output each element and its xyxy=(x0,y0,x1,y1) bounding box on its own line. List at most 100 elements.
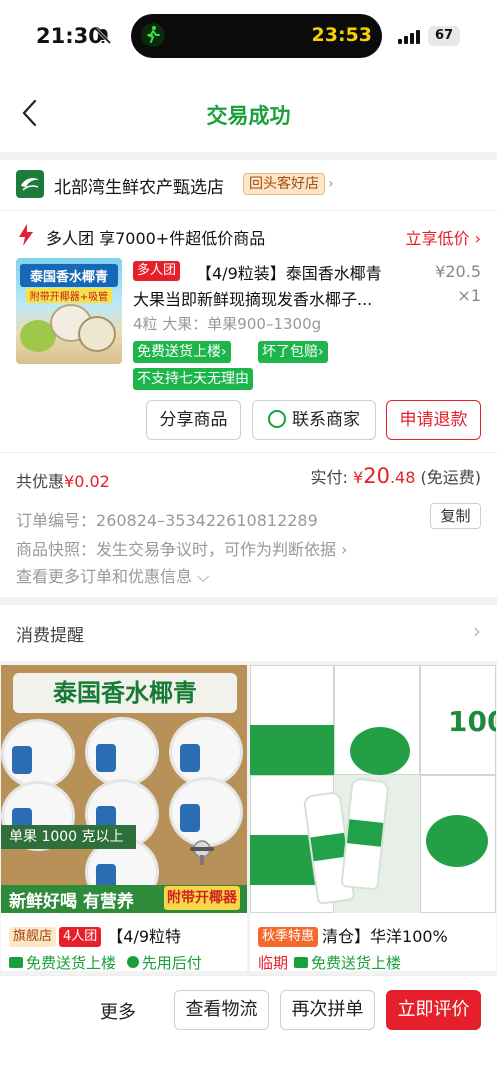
shop-name[interactable]: 北部湾生鲜农产甄选店 xyxy=(54,173,224,198)
juice-percent-label: 100% xyxy=(448,705,496,738)
order-number: 260824–353422610812289 xyxy=(96,511,318,530)
coconut-print-graphic xyxy=(350,727,410,775)
recommendation-image-opener: 附带开椰器 xyxy=(164,886,240,910)
paid-label: 实付: xyxy=(310,468,348,487)
repeat-customer-badge: 回头客好店 xyxy=(243,173,325,195)
discount-value: ¥0.02 xyxy=(64,472,110,491)
paid-amount-decimal: .48 xyxy=(389,468,416,487)
battery-icon: 67 xyxy=(428,26,460,46)
recommendation-grid: 泰国香水椰青 单果 1000 克以上 新鲜好喝 有营养 附带开椰器 旗舰店 4人团… xyxy=(0,661,497,975)
chevron-down-icon: ⌵ xyxy=(197,567,210,586)
recommendation-card[interactable]: 泰国香水椰青 单果 1000 克以上 新鲜好喝 有营养 附带开椰器 旗舰店 4人团… xyxy=(1,665,247,971)
recommendation-image[interactable]: 100% xyxy=(250,665,496,913)
recommendation-title-row: 旗舰店 4人团 【4/9粒特 xyxy=(9,923,181,947)
no-return-tag: 不支持七天无理由 xyxy=(133,368,253,390)
discount-label: 共优惠 xyxy=(16,472,65,491)
amount-paid: 实付: ¥20.48 (免运费) xyxy=(311,464,481,488)
perk-label: 免费送货上楼 xyxy=(311,954,402,971)
service-tag[interactable]: 坏了包赔› xyxy=(258,341,328,363)
coconut-opener-icon xyxy=(190,840,214,865)
fitness-activity-icon xyxy=(141,23,165,47)
contact-merchant-button[interactable]: 联系商家 xyxy=(252,400,376,440)
cellular-signal-icon xyxy=(398,30,420,44)
page-title: 交易成功 xyxy=(206,104,291,128)
divider xyxy=(0,210,497,211)
juice-bottle-graphic xyxy=(340,777,390,891)
enjoy-low-price-link[interactable]: 立享低价 › xyxy=(406,225,482,249)
service-tag[interactable]: 免费送货上楼› xyxy=(133,341,231,363)
lightning-icon xyxy=(19,224,33,246)
snapshot-label: 商品快照： xyxy=(16,540,97,559)
nav-bar: 交易成功 xyxy=(0,72,497,152)
pay-later-icon xyxy=(126,956,139,968)
divider xyxy=(0,452,497,453)
product-spec: 4粒 大果：单果900–1300g xyxy=(133,315,322,333)
paid-currency: ¥ xyxy=(353,468,364,487)
recommendation-perks: 免费送货上楼 先用后付 xyxy=(9,952,202,971)
contact-merchant-label: 联系商家 xyxy=(292,410,360,430)
chat-bubble-icon xyxy=(268,410,286,428)
snapshot-row[interactable]: 商品快照：发生交易争议时，可作为判断依据 › xyxy=(16,536,348,560)
bottle-band xyxy=(310,832,348,862)
product-image-subtitle: 附带开椰器+吸管 xyxy=(26,288,112,303)
coconut-graphic xyxy=(85,717,159,787)
product-image[interactable]: 泰国香水椰青 附带开椰器+吸管 xyxy=(16,258,122,364)
bottle-band xyxy=(346,819,384,847)
more-order-info-label: 查看更多订单和优惠信息 xyxy=(16,567,193,586)
recommendation-title-row: 秋季特惠 清仓】华洋100% xyxy=(258,923,448,947)
bottom-action-bar: 更多 查看物流 再次拼单 立即评价 xyxy=(0,975,497,1080)
request-refund-button[interactable]: 申请退款 xyxy=(386,400,481,440)
shop-row[interactable]: 北部湾生鲜农产甄选店 回头客好店 › xyxy=(0,160,497,210)
coconut-label xyxy=(12,746,32,774)
enjoy-low-price-label: 立享低价 xyxy=(405,229,470,248)
product-price: ¥20.5 xyxy=(435,262,481,281)
autumn-sale-badge: 秋季特惠 xyxy=(258,927,319,947)
perk-label: 先用后付 xyxy=(141,954,202,971)
paid-amount-integer: 20 xyxy=(363,464,390,488)
copy-order-number-button[interactable]: 复制 xyxy=(430,503,481,529)
reminder-title: 消费提醒 xyxy=(16,626,84,646)
chevron-right-icon: › xyxy=(341,540,348,559)
share-product-button[interactable]: 分享商品 xyxy=(146,400,241,440)
product-title-line1[interactable]: 【4/9粒装】泰国香水椰青 xyxy=(196,260,430,284)
coconut-label xyxy=(96,744,116,772)
group-size-badge: 4人团 xyxy=(59,927,102,947)
recommendation-title: 【4/9粒特 xyxy=(107,927,182,946)
order-number-row: 订单编号：260824–353422610812289 xyxy=(16,507,318,531)
coconut-print-graphic xyxy=(426,815,488,867)
review-now-button[interactable]: 立即评价 xyxy=(386,990,481,1030)
recommendation-image[interactable]: 泰国香水椰青 单果 1000 克以上 新鲜好喝 有营养 附带开椰器 xyxy=(1,665,247,913)
shop-logo[interactable] xyxy=(16,170,44,198)
total-discount: 共优惠¥0.02 xyxy=(16,468,110,492)
chevron-right-icon: › xyxy=(473,619,481,643)
status-time: 21:30 xyxy=(36,24,103,48)
more-order-info-link[interactable]: 查看更多订单和优惠信息 ⌵ xyxy=(16,563,209,587)
view-logistics-button[interactable]: 查看物流 xyxy=(174,990,269,1030)
near-expiry-label: 临期 xyxy=(258,954,289,971)
product-title-line2[interactable]: 大果当即新鲜现摘现发香水椰子... xyxy=(133,286,429,310)
group-promo-row[interactable]: 多人团 享7000+件超低价商品 立享低价 › xyxy=(0,218,497,254)
flagship-badge: 旗舰店 xyxy=(9,927,57,947)
group-buy-tag: 多人团 xyxy=(133,261,181,281)
recommendation-perks: 临期 免费送货上楼 xyxy=(258,952,401,971)
truck-icon xyxy=(9,957,23,968)
section-gap xyxy=(0,597,497,605)
recommendation-image-slogan: 新鲜好喝 有营养 xyxy=(9,892,134,912)
recommendation-title: 清仓】华洋100% xyxy=(322,927,448,946)
coconut-label xyxy=(180,804,200,832)
status-bar: 21:30 23:53 67 xyxy=(0,0,497,72)
section-gap xyxy=(0,152,497,160)
group-promo-text: 多人团 享7000+件超低价商品 xyxy=(46,229,266,248)
dynamic-island[interactable]: 23:53 xyxy=(131,14,382,58)
activity-timer: 23:53 xyxy=(311,24,372,46)
more-button[interactable]: 更多 xyxy=(100,998,136,1024)
snapshot-text: 发生交易争议时，可作为判断依据 xyxy=(96,540,337,559)
coconut-graphic xyxy=(78,316,116,352)
regroup-button[interactable]: 再次拼单 xyxy=(280,990,375,1030)
recommendation-card[interactable]: 100% 秋季特惠清仓】华洋100% 临期 免费送货上楼 xyxy=(250,665,496,971)
consumer-reminder-row[interactable]: 消费提醒 › xyxy=(0,605,497,661)
service-tag-label: 坏了包赔 xyxy=(262,344,318,360)
chevron-right-icon: › xyxy=(328,176,334,192)
coconut-label xyxy=(180,744,200,772)
coconut-graphic xyxy=(1,719,75,789)
